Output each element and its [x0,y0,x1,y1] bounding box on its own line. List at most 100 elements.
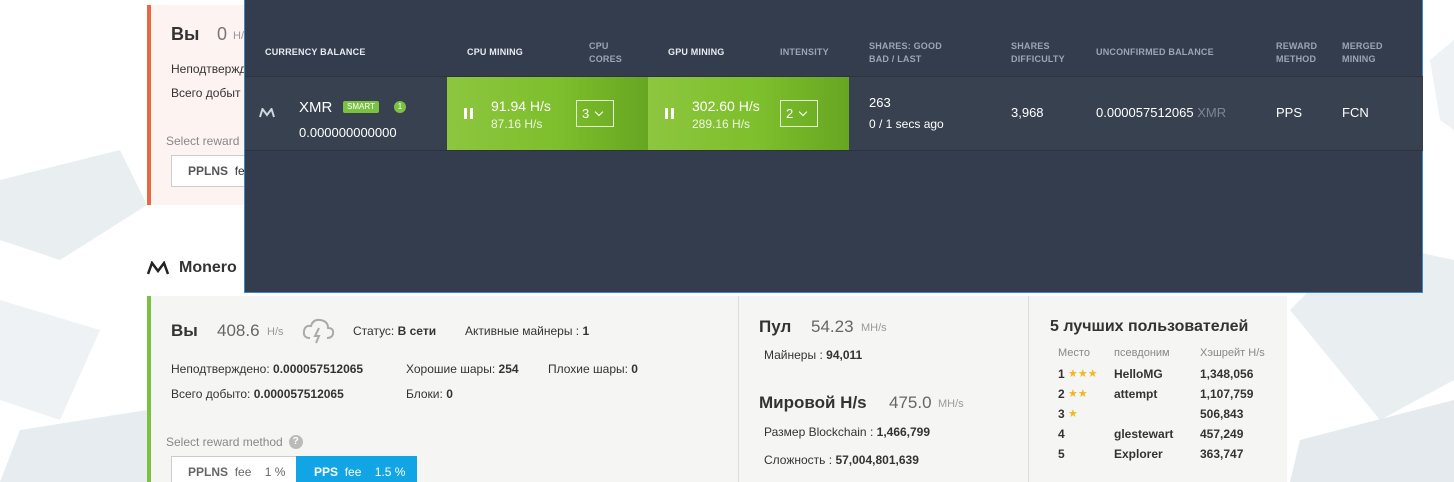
pplns-fee-word: fee [234,465,252,479]
top-users-header-place: Место [1058,347,1090,359]
monero-logo-icon [259,108,275,118]
status-label: Статус: [353,324,395,338]
help-icon[interactable]: ? [288,435,303,449]
total-mined-label: Всего добыто: [171,387,251,401]
header-shares-line2: BAD / LAST [869,54,922,64]
miners-label: Майнеры [764,348,817,362]
smart-badge: SMART [343,101,379,113]
unconfirmed-label: Неподтверждено: [171,362,270,376]
monero-stats-card: Вы 408.6 H/s Статус: В сети Активные май… [147,296,1287,482]
total-mined: Всего добыто: 0.000057512065 [171,387,344,401]
header-cpu-mining: CPU MINING [467,47,523,57]
intensity-dropdown[interactable]: 2 [780,100,818,127]
colon: : [575,324,580,338]
previous-currency-card: Вы 0 H/ Неподтвержд Всего добыт Select r… [147,5,281,205]
header-difficulty-line2: DIFFICULTY [1011,54,1065,64]
divider [245,150,1423,151]
select-reward-label: Select reward method [166,435,283,449]
cpu-avg-hashrate: 87.16 H/s [491,117,543,131]
gpu-pause-icon[interactable] [665,108,674,119]
header-reward-line2: METHOD [1276,54,1317,64]
select-reward-method: Select reward method ? [166,435,303,449]
reward-method: PPS [1276,105,1303,120]
shares-bad-last: 0 / 1 secs ago [869,117,944,131]
count-badge: 1 [394,101,406,113]
blockchain-size-label: Размер Blockchain [764,425,867,439]
intensity-value: 2 [786,106,794,121]
place: 4 [1058,427,1065,441]
place: 5 [1058,447,1065,461]
user-hashrate: 506,843 [1200,407,1244,421]
coin-name: XMR [299,99,333,116]
difficulty-label: Сложность [764,453,826,467]
gpu-hashrate: 302.60 H/s [692,98,760,114]
select-reward-label: Select reward [166,134,240,148]
pplns-label: PPLNS [188,164,229,178]
unconfirmed: Неподтверждено: 0.000057512065 [171,362,363,376]
star-icon: ★★ [1068,388,1088,400]
cpu-mining-box: 91.94 H/s 87.16 H/s 3 [447,77,648,150]
pool-hashrate: 54.23 [811,317,854,336]
active-miners-value: 1 [582,324,590,338]
blocks-value: 0 [446,387,453,401]
colon: : [819,348,823,362]
user-name: Explorer [1114,447,1163,461]
header-reward-method: REWARD METHOD [1276,40,1317,66]
blockchain-size-value: 1,466,799 [876,425,931,439]
user-hashrate: 1,107,759 [1200,387,1254,401]
chevron-down-icon [798,107,808,117]
top-users-title: 5 лучших пользователей [1050,318,1249,335]
header-merged-line2: MINING [1342,54,1376,64]
blockchain-size: Размер Blockchain : 1,466,799 [764,425,930,439]
unconfirmed-value: 0.000057512065 [1096,105,1194,120]
star-icon: ★ [1068,408,1078,420]
you-hashrate-unit: H/ [233,30,244,42]
coin-balance: 0.000000000000 [299,125,397,140]
unconfirmed-value: 0.000057512065 [273,362,364,376]
good-shares-label: Хорошие шары: [406,362,496,376]
header-reward-line1: REWARD [1276,41,1318,51]
user-name: attempt [1114,387,1158,401]
unconfirmed-balance: 0.000057512065 XMR [1096,105,1226,120]
top-users-header-name: псевдоним [1114,347,1170,359]
header-merged-mining: MERGED MINING [1342,40,1383,66]
world-hashrate: 475.0 [889,393,932,412]
pps-fee: 1.5 % [374,465,406,479]
header-cpu-cores-line2: CORES [589,54,623,64]
unconfirmed-unit: XMR [1197,105,1227,120]
pool-miners: Майнеры : 94,011 [764,348,862,362]
cpu-pause-icon[interactable] [464,108,473,119]
pplns-option[interactable]: PPLNS fee 1 % [171,456,297,482]
user-hashrate: 1,348,056 [1200,367,1254,381]
header-merged-line1: MERGED [1342,41,1383,51]
pplns-fee: 1 % [264,465,286,479]
header-unconfirmed-balance: UNCONFIRMED BALANCE [1096,47,1214,57]
pool-label: Пул [759,317,792,336]
status-value: В сети [397,324,437,338]
you-label: Вы [171,24,200,44]
currency-row-xmr[interactable]: XMR SMART 1 0.000000000000 91.94 H/s 87.… [245,77,1423,150]
bad-shares-label: Плохие шары: [548,362,628,376]
monero-logo-icon [147,261,170,275]
difficulty: Сложность : 57,004,801,639 [764,453,919,467]
pps-option[interactable]: PPS fee 1.5 % [296,456,417,482]
active-miners: Активные майнеры : 1 [465,324,589,338]
mining-panel: CURRENCY BALANCE CPU MINING CPU CORES GP… [244,0,1423,293]
place: 1 [1058,367,1065,381]
header-shares: SHARES: GOOD BAD / LAST [869,40,942,66]
gpu-mining-box: 302.60 H/s 289.16 H/s 2 [648,77,849,150]
divider [1028,296,1029,482]
cpu-cores-value: 3 [582,106,590,121]
chevron-down-icon [594,107,604,117]
pplns-label: PPLNS [188,465,229,479]
cloud-lightning-icon [302,318,335,344]
pool-hashrate-unit: MH/s [861,322,887,334]
monero-section-title: Monero [147,259,237,277]
shares-good: 263 [869,95,891,110]
star-icon: ★★★ [1068,368,1098,380]
cpu-cores-dropdown[interactable]: 3 [576,100,614,127]
bad-shares: Плохие шары: 0 [548,362,638,376]
you-hashrate-unit: H/s [267,326,284,338]
user-hashrate: 457,249 [1200,427,1244,441]
place: 2 [1058,387,1065,401]
